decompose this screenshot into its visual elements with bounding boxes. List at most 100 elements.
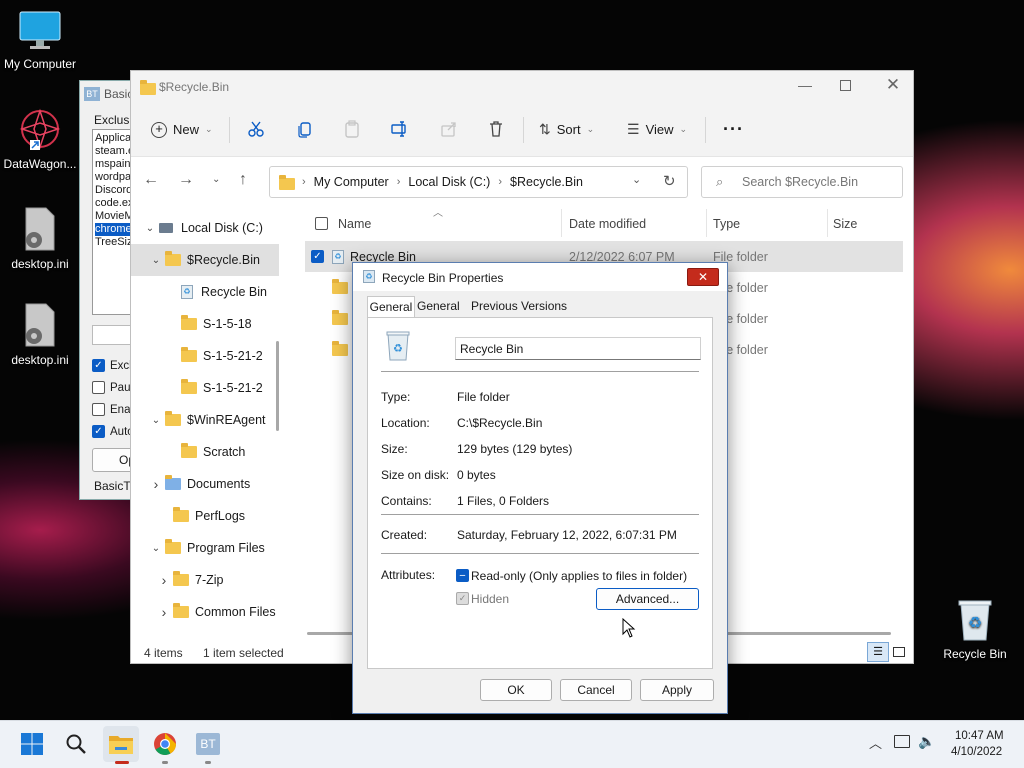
chevron-down-icon[interactable]: ⌄ xyxy=(147,255,165,266)
desktop-icon-label: desktop.ini xyxy=(11,257,69,271)
chevron-right-icon[interactable]: › xyxy=(147,476,165,492)
minimize-icon[interactable]: — xyxy=(795,77,815,97)
tree-item[interactable]: S-1-5-21-2 xyxy=(131,340,279,372)
up-arrow-icon[interactable]: ↑ xyxy=(239,171,247,189)
name-input[interactable]: Recycle Bin xyxy=(455,337,701,360)
chevron-right-icon[interactable]: › xyxy=(155,572,173,588)
tree-item[interactable]: PerfLogs xyxy=(131,500,279,532)
volume-icon[interactable]: 🔈 xyxy=(918,733,935,750)
back-arrow-icon[interactable]: ← xyxy=(143,171,159,189)
recent-locations-icon[interactable]: ⌄ xyxy=(212,174,220,185)
chevron-right-icon[interactable]: › xyxy=(155,604,173,620)
new-button[interactable]: + New ⌄ xyxy=(151,103,213,156)
tab-general-active[interactable]: General xyxy=(367,296,415,318)
property-value: C:\$Recycle.Bin xyxy=(457,416,543,430)
copy-icon[interactable] xyxy=(296,120,314,138)
search-box[interactable]: ⌕ Search $Recycle.Bin xyxy=(701,166,903,198)
apply-button[interactable]: Apply xyxy=(640,679,714,701)
desktop-icon-desktop-ini-1[interactable]: desktop.ini xyxy=(0,206,80,271)
properties-dialog[interactable]: ♻ Recycle Bin Properties ✕ General Gener… xyxy=(352,262,728,714)
tree-item[interactable]: › Documents xyxy=(131,468,279,500)
delete-icon[interactable] xyxy=(487,120,505,138)
tree-item[interactable]: ⌄ $WinREAgent xyxy=(131,404,279,436)
column-header-size[interactable]: Size xyxy=(833,217,857,231)
view-icon: ☰ xyxy=(627,121,640,137)
chevron-down-icon[interactable]: ⌄ xyxy=(141,223,159,234)
option-checkbox[interactable]: ✓ xyxy=(92,359,105,372)
option-checkbox[interactable] xyxy=(92,381,105,394)
maximize-icon[interactable] xyxy=(840,80,851,91)
breadcrumb-item[interactable]: Local Disk (C:) xyxy=(408,175,490,189)
desktop-icon-datawagon[interactable]: DataWagon... xyxy=(0,106,80,171)
breadcrumb-item[interactable]: $Recycle.Bin xyxy=(510,175,583,189)
forward-arrow-icon[interactable]: → xyxy=(178,171,194,189)
column-header-type[interactable]: Type xyxy=(713,217,740,231)
taskbar-chrome[interactable] xyxy=(147,726,183,764)
chevron-down-icon[interactable]: ⌄ xyxy=(632,173,641,186)
chevron-down-icon[interactable]: ⌄ xyxy=(147,543,165,554)
chevron-down-icon[interactable]: ⌄ xyxy=(147,415,165,426)
nav-scrollbar[interactable] xyxy=(276,341,279,431)
clock-time[interactable]: 10:47 AM xyxy=(955,730,1004,742)
desktop-icon-recycle-bin[interactable]: ♻ Recycle Bin xyxy=(935,598,1015,661)
column-divider xyxy=(561,209,562,237)
paste-icon[interactable] xyxy=(343,120,361,138)
cut-icon[interactable] xyxy=(247,120,265,138)
tree-item[interactable]: › 7-Zip xyxy=(131,564,279,596)
recycle-bin-icon: ♻ xyxy=(181,285,193,299)
taskbar-file-explorer[interactable] xyxy=(103,726,139,764)
column-header-date[interactable]: Date modified xyxy=(569,217,646,231)
cancel-button[interactable]: Cancel xyxy=(560,679,632,701)
tree-item-label: Program Files xyxy=(187,541,265,555)
close-icon[interactable]: ✕ xyxy=(883,75,903,95)
desktop-icon-desktop-ini-2[interactable]: desktop.ini xyxy=(0,302,80,367)
hidden-checkbox[interactable]: ✓ xyxy=(456,592,469,605)
tree-item-label: S-1-5-18 xyxy=(203,317,252,331)
option-checkbox[interactable] xyxy=(92,403,105,416)
share-icon[interactable] xyxy=(440,120,458,138)
ok-button[interactable]: OK xyxy=(480,679,552,701)
start-button[interactable] xyxy=(14,726,50,762)
column-header-name[interactable]: Name xyxy=(338,217,371,231)
rename-icon[interactable] xyxy=(391,120,409,138)
datawagon-logo-icon xyxy=(19,108,61,150)
tree-item[interactable]: Scratch xyxy=(131,436,279,468)
refresh-icon[interactable]: ↻ xyxy=(663,172,676,190)
tree-item[interactable]: S-1-5-18 xyxy=(131,308,279,340)
close-icon[interactable]: ✕ xyxy=(687,268,719,286)
tree-item[interactable]: › Common Files xyxy=(131,596,279,628)
details-view-icon[interactable]: ☰ xyxy=(867,642,889,662)
tab-previous-versions[interactable]: Previous Versions xyxy=(471,299,567,313)
readonly-checkbox[interactable]: − xyxy=(456,569,469,582)
tree-item[interactable]: S-1-5-21-2 xyxy=(131,372,279,404)
tree-item[interactable]: ⌄ Local Disk (C:) xyxy=(131,212,279,244)
background-app-option[interactable]: ✓ Auto xyxy=(92,425,134,438)
network-icon[interactable] xyxy=(894,735,910,748)
folder-icon xyxy=(165,411,181,426)
view-button[interactable]: ☰ View ⌄ xyxy=(627,103,687,156)
tab-general[interactable]: General xyxy=(417,299,460,313)
tree-item[interactable]: ⌄ $Recycle.Bin xyxy=(131,244,279,276)
sort-button[interactable]: ⇅ Sort ⌄ xyxy=(539,103,594,156)
chevron-up-icon[interactable]: ︿ xyxy=(869,733,882,752)
tree-item-label: Common Files xyxy=(195,605,276,619)
tree-item-label: S-1-5-21-2 xyxy=(203,381,263,395)
option-checkbox[interactable]: ✓ xyxy=(92,425,105,438)
more-options-button[interactable]: ··· xyxy=(723,103,744,156)
address-bar[interactable]: › My Computer › Local Disk (C:) › $Recycle.Bi… xyxy=(269,166,688,198)
taskbar-basicthemer[interactable]: BT xyxy=(190,726,226,764)
chevron-right-icon: › xyxy=(498,176,503,188)
clock-date[interactable]: 4/10/2022 xyxy=(951,746,1002,758)
property-value: 1 Files, 0 Folders xyxy=(457,494,550,508)
select-all-checkbox[interactable] xyxy=(315,217,328,230)
search-button[interactable] xyxy=(58,726,94,762)
tree-item[interactable]: ♻ Recycle Bin xyxy=(131,276,279,308)
folder-icon xyxy=(279,175,295,190)
advanced-button[interactable]: Advanced... xyxy=(596,588,699,610)
row-checkbox[interactable]: ✓ xyxy=(311,250,324,263)
desktop-icon-my-computer[interactable]: My Computer xyxy=(0,10,80,71)
tree-item[interactable]: ⌄ Program Files xyxy=(131,532,279,564)
tiles-view-icon[interactable] xyxy=(893,647,905,657)
property-value: File folder xyxy=(457,390,510,404)
breadcrumb-item[interactable]: My Computer xyxy=(314,175,389,189)
